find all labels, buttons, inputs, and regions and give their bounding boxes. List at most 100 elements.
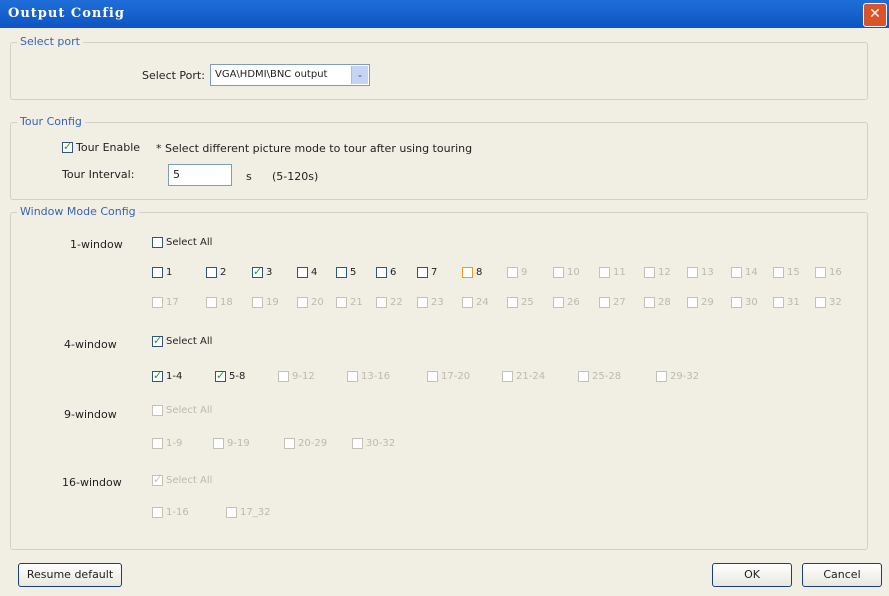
one-window-checkbox-1[interactable]: 1 xyxy=(152,267,172,278)
four-window-checkbox-6: 21-24 xyxy=(502,371,545,382)
one-window-checkbox-2[interactable]: 2 xyxy=(206,267,226,278)
one-window-checkbox-13: 13 xyxy=(687,267,714,278)
tour-interval-label: Tour Interval: xyxy=(62,168,135,181)
nine-window-select-all: Select All xyxy=(152,405,212,416)
one-window-checkbox-7-label: 7 xyxy=(431,267,438,278)
tour-interval-input[interactable]: 5 xyxy=(168,164,232,186)
close-icon[interactable]: ✕ xyxy=(863,3,887,27)
one-window-checkbox-7[interactable]: 7 xyxy=(417,267,437,278)
four-window-checkbox-4: 13-16 xyxy=(347,371,390,382)
select-port-label: Select Port: xyxy=(142,69,205,82)
one-window-checkbox-5-label: 5 xyxy=(350,267,357,278)
one-window-select-all-box[interactable] xyxy=(152,237,163,248)
one-window-checkbox-15-label: 15 xyxy=(787,267,800,278)
four-window-checkbox-1-box[interactable] xyxy=(152,369,163,382)
one-window-checkbox-8[interactable]: 8 xyxy=(462,267,482,278)
tour-config-legend: Tour Config xyxy=(17,115,85,128)
sixteen-window-select-all: Select All xyxy=(152,473,213,486)
one-window-checkbox-24: 24 xyxy=(462,297,489,308)
one-window-checkbox-28-box xyxy=(644,297,655,308)
cancel-button[interactable]: Cancel xyxy=(802,563,882,587)
one-window-checkbox-4[interactable]: 4 xyxy=(297,267,317,278)
one-window-checkbox-22: 22 xyxy=(376,297,403,308)
four-window-checkbox-2-label: 5-8 xyxy=(229,371,246,382)
four-window-select-all[interactable]: Select All xyxy=(152,334,212,347)
one-window-checkbox-25-box xyxy=(507,297,518,308)
tour-enable-checkbox[interactable]: Tour Enable xyxy=(62,140,140,154)
one-window-checkbox-20: 20 xyxy=(297,297,324,308)
four-window-checkbox-6-label: 21-24 xyxy=(516,371,546,382)
one-window-checkbox-11-box xyxy=(599,267,610,278)
one-window-checkbox-12: 12 xyxy=(644,267,671,278)
chevron-down-icon[interactable]: ⌄ xyxy=(351,66,368,84)
one-window-checkbox-7-box[interactable] xyxy=(417,267,428,278)
one-window-checkbox-13-label: 13 xyxy=(701,267,714,278)
one-window-checkbox-14-box xyxy=(731,267,742,278)
one-window-checkbox-20-label: 20 xyxy=(311,297,324,308)
one-window-checkbox-28: 28 xyxy=(644,297,671,308)
one-window-checkbox-8-label: 8 xyxy=(476,267,483,278)
one-window-checkbox-25: 25 xyxy=(507,297,534,308)
one-window-checkbox-4-box[interactable] xyxy=(297,267,308,278)
output-port-select[interactable]: VGA\HDMI\BNC output ⌄ xyxy=(210,64,370,86)
one-window-checkbox-8-box[interactable] xyxy=(462,267,473,278)
sixteen-window-checkbox-1-box xyxy=(152,507,163,518)
sixteen-window-checkbox-1-label: 1-16 xyxy=(166,507,189,518)
one-window-checkbox-26: 26 xyxy=(553,297,580,308)
one-window-checkbox-23: 23 xyxy=(417,297,444,308)
tour-enable-box[interactable] xyxy=(62,140,73,153)
nine-window-checkbox-1-box xyxy=(152,438,163,449)
nine-window-checkbox-3-box xyxy=(284,438,295,449)
sixteen-window-select-all-label: Select All xyxy=(166,475,213,486)
four-window-checkbox-2-box[interactable] xyxy=(215,369,226,382)
one-window-checkbox-10-box xyxy=(553,267,564,278)
one-window-checkbox-1-box[interactable] xyxy=(152,267,163,278)
one-window-checkbox-26-label: 26 xyxy=(567,297,580,308)
one-window-checkbox-22-box xyxy=(376,297,387,308)
one-window-checkbox-26-box xyxy=(553,297,564,308)
select-port-group: Select port xyxy=(10,35,868,100)
one-window-checkbox-6-label: 6 xyxy=(390,267,397,278)
one-window-checkbox-6[interactable]: 6 xyxy=(376,267,396,278)
one-window-checkbox-23-box xyxy=(417,297,428,308)
one-window-checkbox-18-box xyxy=(206,297,217,308)
one-window-checkbox-27-box xyxy=(599,297,610,308)
one-window-checkbox-11: 11 xyxy=(599,267,626,278)
one-window-checkbox-20-box xyxy=(297,297,308,308)
one-window-checkbox-29-label: 29 xyxy=(701,297,714,308)
window-title: Output Config xyxy=(8,6,125,21)
one-window-checkbox-2-box[interactable] xyxy=(206,267,217,278)
four-window-label: 4-window xyxy=(64,338,117,351)
four-window-checkbox-5-label: 17-20 xyxy=(441,371,471,382)
one-window-checkbox-13-box xyxy=(687,267,698,278)
four-window-select-all-box[interactable] xyxy=(152,334,163,347)
one-window-checkbox-6-box[interactable] xyxy=(376,267,387,278)
one-window-checkbox-15: 15 xyxy=(773,267,800,278)
four-window-checkbox-2[interactable]: 5-8 xyxy=(215,369,246,382)
one-window-checkbox-4-label: 4 xyxy=(311,267,318,278)
resume-default-button[interactable]: Resume default xyxy=(18,563,122,587)
one-window-checkbox-30: 30 xyxy=(731,297,758,308)
four-window-checkbox-6-box xyxy=(502,371,513,382)
one-window-checkbox-1-label: 1 xyxy=(166,267,173,278)
one-window-checkbox-12-label: 12 xyxy=(658,267,671,278)
tour-interval-range: (5-120s) xyxy=(272,170,319,183)
one-window-checkbox-5[interactable]: 5 xyxy=(336,267,356,278)
sixteen-window-checkbox-2: 17_32 xyxy=(226,507,270,518)
one-window-select-all[interactable]: Select All xyxy=(152,237,212,248)
ok-button[interactable]: OK xyxy=(712,563,792,587)
one-window-checkbox-23-label: 23 xyxy=(431,297,444,308)
one-window-checkbox-18-label: 18 xyxy=(220,297,233,308)
one-window-checkbox-14: 14 xyxy=(731,267,758,278)
one-window-checkbox-3-box[interactable] xyxy=(252,265,263,278)
one-window-checkbox-5-box[interactable] xyxy=(336,267,347,278)
one-window-checkbox-24-label: 24 xyxy=(476,297,489,308)
one-window-checkbox-10-label: 10 xyxy=(567,267,580,278)
one-window-checkbox-3[interactable]: 3 xyxy=(252,265,272,278)
tour-interval-unit: s xyxy=(246,170,252,183)
four-window-checkbox-1[interactable]: 1-4 xyxy=(152,369,182,382)
one-window-checkbox-19-box xyxy=(252,297,263,308)
one-window-checkbox-21-label: 21 xyxy=(350,297,363,308)
one-window-checkbox-9: 9 xyxy=(507,267,527,278)
one-window-checkbox-27-label: 27 xyxy=(613,297,626,308)
